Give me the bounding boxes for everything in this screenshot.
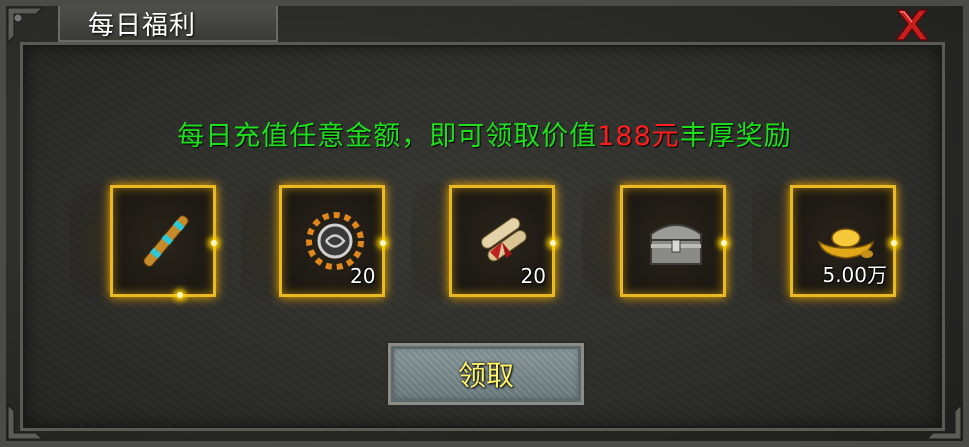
- reward-item-box[interactable]: [619, 185, 727, 297]
- sparkle-icon: [379, 240, 386, 246]
- reward-item-box[interactable]: 20: [278, 185, 386, 297]
- reward-slot: 5.00万: [752, 183, 898, 301]
- sparkle-icon: [177, 292, 183, 298]
- item-quantity: 20: [350, 264, 376, 288]
- reward-item-box[interactable]: 5.00万: [790, 185, 897, 297]
- sparkle-icon: [891, 240, 897, 246]
- reward-slot: [70, 183, 217, 301]
- close-x-icon: [894, 9, 930, 41]
- reward-item-box[interactable]: [110, 185, 217, 298]
- item-quantity: 5.00万: [822, 263, 887, 287]
- headline-suffix: 丰厚奖励: [679, 121, 792, 152]
- sparkle-icon: [550, 240, 556, 246]
- item-quantity: 20: [520, 264, 546, 288]
- reward-slot: [581, 183, 728, 301]
- scroll-staff-icon: [143, 215, 189, 267]
- headline-prefix: 每日充值任意金额，即可领取价值: [177, 121, 598, 152]
- headline-amount: 188元: [597, 121, 680, 152]
- treasure-chest-icon: [649, 224, 702, 265]
- sparkle-icon: [720, 240, 727, 246]
- reward-item-box[interactable]: 20: [449, 185, 556, 297]
- corner-ornament-icon: [7, 403, 44, 440]
- claim-button[interactable]: 领取: [386, 341, 586, 407]
- close-button[interactable]: [891, 6, 933, 44]
- corner-ornament-icon: [925, 403, 962, 440]
- daily-welfare-window: 每日福利 每日充值任意金额，即可领取价值188元丰厚奖励 20 20 5.00万…: [0, 0, 969, 447]
- title-tab: 每日福利: [58, 6, 278, 42]
- window-title: 每日福利: [88, 10, 197, 41]
- reward-headline: 每日充值任意金额，即可领取价值188元丰厚奖励: [6, 114, 963, 153]
- sparkle-icon: [211, 240, 217, 246]
- reward-slot: 20: [240, 183, 387, 301]
- claim-button-label: 领取: [457, 359, 514, 392]
- corner-ornament-icon: [7, 7, 44, 44]
- reward-slot: 20: [411, 183, 557, 301]
- reward-list: 20 20 5.00万: [70, 183, 898, 303]
